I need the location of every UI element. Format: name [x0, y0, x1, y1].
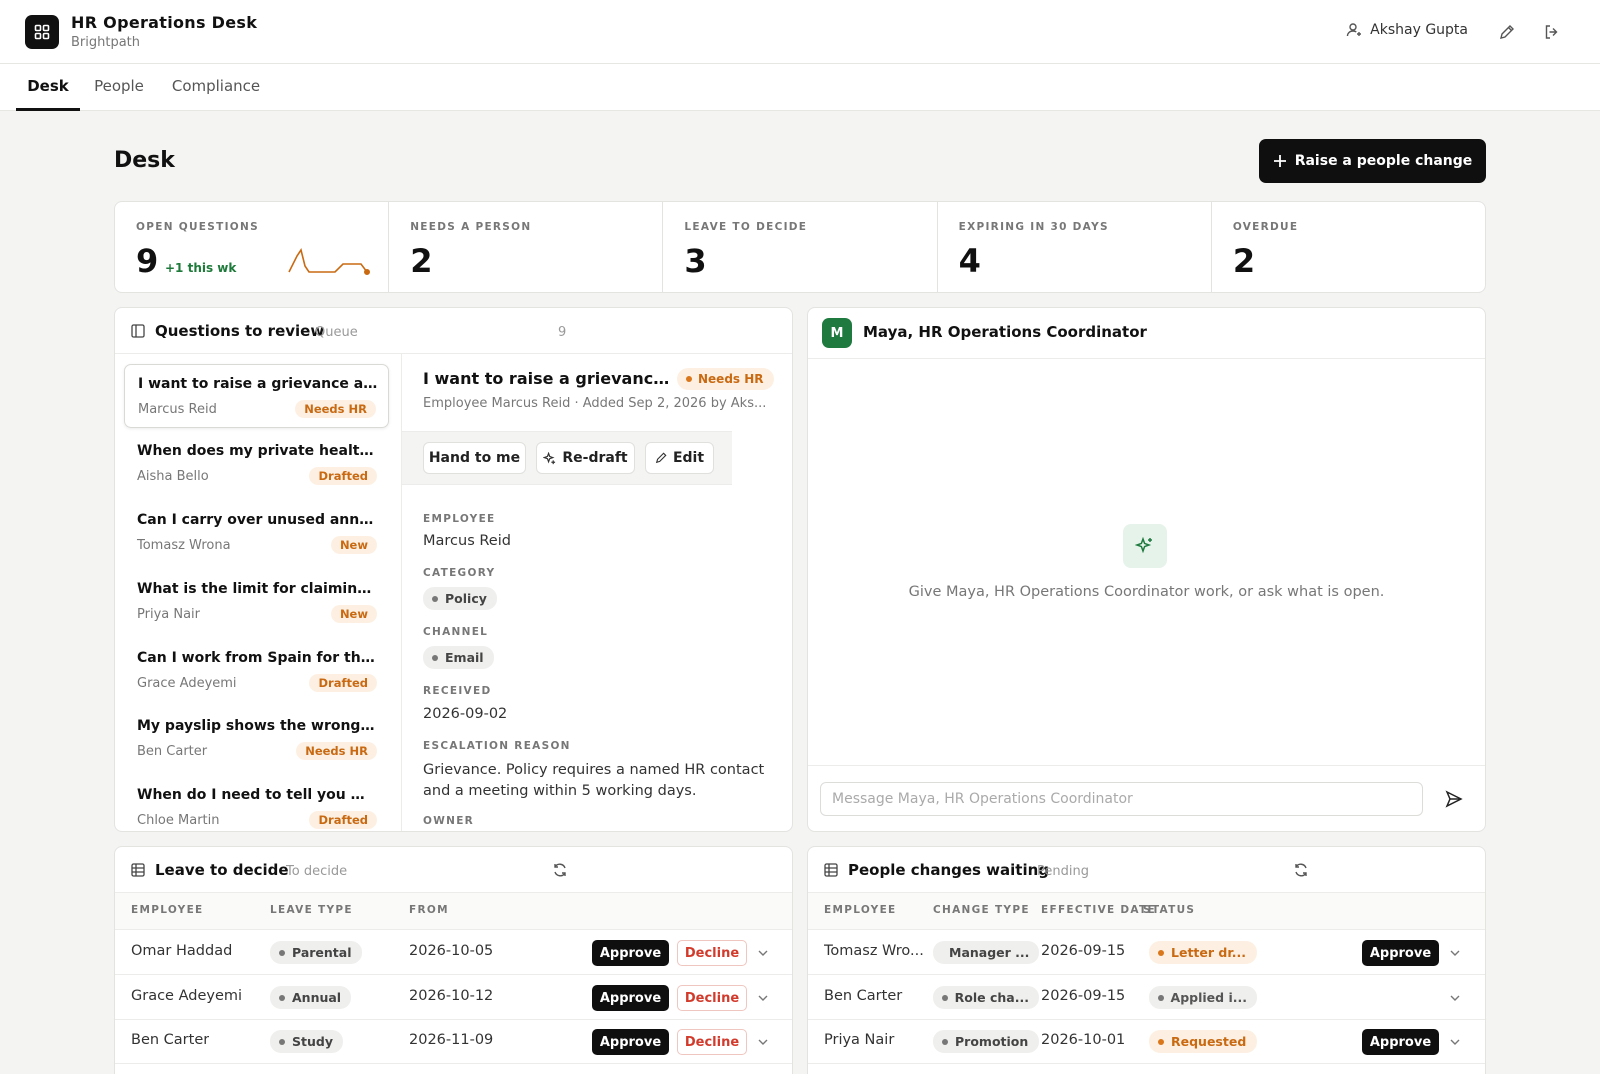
- category-chip: Policy: [423, 587, 497, 610]
- table-row: Ben Carter Study 2026-11-09 Approve Decl…: [115, 1020, 792, 1064]
- leave-title: Leave to decide: [155, 861, 289, 879]
- org-name: Brightpath: [71, 35, 141, 50]
- plus-icon: [1273, 155, 1286, 167]
- agent-empty-state: Give Maya, HR Operations Coordinator wor…: [908, 584, 1385, 600]
- channel-chip: Email: [423, 646, 494, 669]
- panel-layout-icon: [131, 324, 145, 338]
- changes-title: People changes waiting: [848, 861, 1050, 879]
- questions-count: 9: [558, 325, 567, 340]
- approve-button[interactable]: Approve: [592, 985, 669, 1011]
- chevron-down-icon[interactable]: [1448, 991, 1462, 1005]
- received-value: 2026-09-02: [423, 706, 508, 722]
- refresh-icon[interactable]: [552, 862, 568, 878]
- table-row: Grace Adeyemi Annual 2026-10-12 Approve …: [115, 976, 792, 1020]
- page-title: Desk: [114, 148, 175, 173]
- question-item[interactable]: Can I carry over unused annual ... Tomas…: [124, 501, 389, 565]
- questions-title: Questions to review: [155, 322, 325, 340]
- app-logo-icon: [25, 15, 59, 49]
- question-item[interactable]: I want to raise a grievance abo... Marcu…: [124, 364, 389, 428]
- question-item[interactable]: When does my private health c... Aisha B…: [124, 432, 389, 496]
- app-title: HR Operations Desk: [71, 13, 258, 32]
- main-tabs: Desk People Compliance: [0, 64, 1600, 111]
- question-detail: I want to raise a grievance ab... Needs …: [401, 354, 792, 831]
- approve-button[interactable]: Approve: [592, 1029, 669, 1055]
- questions-panel: Questions to review Queue 9 I want to ra…: [114, 307, 793, 832]
- leave-subtitle: To decide: [286, 864, 348, 879]
- status-badge: New: [330, 536, 377, 554]
- sparkline: [288, 248, 371, 275]
- status-badge: Needs HR: [295, 400, 376, 418]
- redraft-button[interactable]: Re-draft: [536, 442, 635, 474]
- table-row: Tomasz Wro... Manager ... 2026-09-15 Let…: [808, 931, 1485, 975]
- agent-avatar: M: [822, 318, 852, 348]
- approve-button[interactable]: Approve: [1362, 940, 1439, 966]
- kpi-strip: OPEN QUESTIONS 9 +1 this wk NEEDS A PERS…: [114, 201, 1486, 293]
- decline-button[interactable]: Decline: [677, 940, 747, 966]
- hand-to-me-button[interactable]: Hand to me: [423, 442, 526, 474]
- edit-button[interactable]: Edit: [645, 442, 714, 474]
- raise-people-change-button[interactable]: Raise a people change: [1259, 139, 1486, 183]
- detail-status-badge: Needs HR: [677, 368, 774, 390]
- send-icon[interactable]: [1441, 786, 1467, 812]
- detail-actions: Hand to me Re-draft Edit: [402, 431, 732, 485]
- sparkle-icon: [1123, 524, 1167, 568]
- table-icon: [131, 863, 145, 877]
- chevron-down-icon[interactable]: [756, 991, 770, 1005]
- kpi-needs-person: NEEDS A PERSON 2: [389, 202, 664, 292]
- message-input[interactable]: [820, 782, 1423, 816]
- leave-panel: Leave to decide To decide EMPLOYEE LEAVE…: [114, 846, 793, 1074]
- tab-people[interactable]: People: [86, 64, 152, 111]
- question-item[interactable]: My payslip shows the wrong ta... Ben Car…: [124, 707, 389, 771]
- kpi-leave-to-decide: LEAVE TO DECIDE 3: [663, 202, 938, 292]
- tab-desk[interactable]: Desk: [16, 64, 80, 111]
- approve-button[interactable]: Approve: [1362, 1029, 1439, 1055]
- status-badge: Drafted: [309, 467, 377, 485]
- status-badge: Requested: [1149, 1030, 1257, 1053]
- people-changes-panel: People changes waiting Pending EMPLOYEE …: [807, 846, 1486, 1074]
- top-bar: HR Operations Desk Brightpath Akshay Gup…: [0, 0, 1600, 64]
- kpi-expiring: EXPIRING IN 30 DAYS 4: [938, 202, 1212, 292]
- employee-value: Marcus Reid: [423, 533, 511, 549]
- user-name: Akshay Gupta: [1370, 22, 1468, 38]
- table-row: Omar Haddad Parental 2026-10-05 Approve …: [115, 931, 792, 975]
- refresh-icon[interactable]: [1293, 862, 1309, 878]
- status-badge: Drafted: [309, 674, 377, 692]
- agent-name: Maya, HR Operations Coordinator: [863, 323, 1147, 341]
- message-composer: [808, 765, 1485, 831]
- question-item[interactable]: What is the limit for claiming h... Priy…: [124, 570, 389, 634]
- questions-subtitle: Queue: [315, 325, 358, 340]
- user-icon: [1346, 23, 1362, 37]
- escalation-reason: Grievance. Policy requires a named HR co…: [423, 762, 765, 799]
- kpi-overdue: OVERDUE 2: [1232, 221, 1299, 280]
- status-badge: Drafted: [309, 811, 377, 829]
- table-row: Ben Carter Role cha... 2026-09-15 Applie…: [808, 976, 1485, 1020]
- table-icon: [824, 863, 838, 877]
- kpi-delta: +1 this wk: [165, 261, 237, 275]
- chevron-down-icon[interactable]: [1448, 1035, 1462, 1049]
- approve-button[interactable]: Approve: [592, 940, 669, 966]
- status-badge: Needs HR: [296, 742, 377, 760]
- user-menu[interactable]: Akshay Gupta: [1346, 22, 1468, 38]
- changes-subtitle: Pending: [1037, 864, 1089, 879]
- tab-compliance[interactable]: Compliance: [164, 64, 268, 111]
- agent-panel: M Maya, HR Operations Coordinator Give M…: [807, 307, 1486, 832]
- detail-meta: Employee Marcus Reid · Added Sep 2, 2026…: [423, 396, 767, 411]
- chevron-down-icon[interactable]: [756, 1035, 770, 1049]
- chevron-down-icon[interactable]: [756, 946, 770, 960]
- pencil-icon: [655, 452, 667, 464]
- chevron-down-icon[interactable]: [1448, 946, 1462, 960]
- logout-icon[interactable]: [1541, 21, 1563, 43]
- question-item[interactable]: Can I work from Spain for three... Grace…: [124, 639, 389, 703]
- sparkle-icon: [543, 451, 556, 464]
- decline-button[interactable]: Decline: [677, 985, 747, 1011]
- status-badge: Letter dr...: [1149, 941, 1257, 964]
- edit-pencil-icon[interactable]: [1496, 21, 1518, 43]
- status-badge: Applied i...: [1149, 986, 1257, 1009]
- question-item[interactable]: When do I need to tell you my r... Chloe…: [124, 776, 389, 831]
- decline-button[interactable]: Decline: [677, 1029, 747, 1055]
- status-badge: New: [330, 605, 377, 623]
- table-row: Priya Nair Promotion 2026-10-01 Requeste…: [808, 1020, 1485, 1064]
- detail-title: I want to raise a grievance ab...: [423, 369, 673, 388]
- kpi-open-questions: OPEN QUESTIONS 9 +1 this wk: [115, 202, 390, 292]
